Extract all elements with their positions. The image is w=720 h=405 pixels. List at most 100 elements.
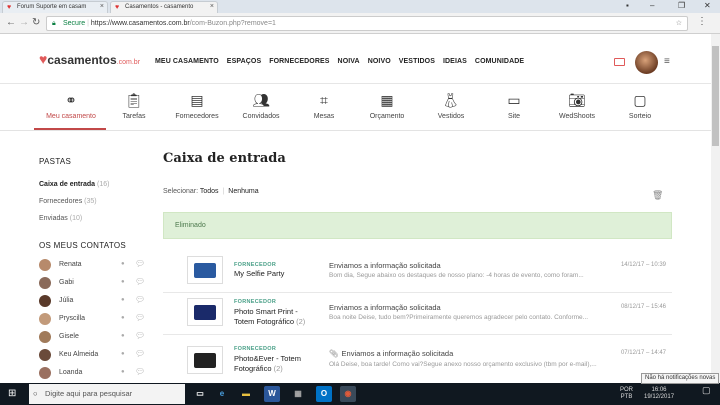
- tool-tarefas[interactable]: 📋︎ Tarefas: [101, 91, 167, 120]
- contact-item[interactable]: Júlia ● 💬︎: [39, 295, 149, 309]
- hamburger-menu-icon[interactable]: ≡: [664, 56, 670, 67]
- status-dot-icon: ●: [121, 333, 125, 339]
- chrome-icon[interactable]: ◉: [340, 386, 356, 402]
- windows-start-icon[interactable]: ⊞: [8, 388, 16, 400]
- vendor-name-text: Photo&Ever - Totem Fotográfico: [234, 354, 301, 373]
- chat-bubble-icon[interactable]: 💬︎: [135, 259, 145, 268]
- contact-item[interactable]: Renata ● 💬︎: [39, 259, 149, 273]
- tool-fornecedores[interactable]: ▤ Fornecedores: [164, 91, 230, 120]
- tool-label: Sorteio: [628, 113, 652, 120]
- site-logo[interactable]: ♥casamentos.com.br: [39, 52, 140, 70]
- message-preview: Olá Deise, boa tarde! Como vai?Segue ane…: [329, 361, 597, 368]
- edge-icon[interactable]: e: [214, 386, 230, 402]
- scrollbar-thumb[interactable]: [712, 46, 719, 146]
- avatar: [39, 313, 51, 325]
- vendor-thumbnail: [187, 298, 223, 326]
- contact-name: Keu Almeida: [59, 351, 99, 358]
- contact-item[interactable]: Gabi ● 💬︎: [39, 277, 149, 291]
- tables-icon: ⌗: [320, 92, 328, 108]
- file-explorer-icon[interactable]: ▬: [238, 386, 254, 402]
- tool-orcamento[interactable]: ▦ Orçamento: [354, 91, 420, 120]
- folder-enviadas[interactable]: Enviadas (10): [39, 215, 82, 222]
- vendor-name[interactable]: Photo&Ever - Totem Fotográfico (2): [234, 354, 319, 374]
- windows-taskbar: ⊞ ○ Digite aqui para pesquisar ▭ e ▬ W ▦…: [0, 383, 720, 405]
- contact-item[interactable]: Pryscilla ● 💬︎: [39, 313, 149, 327]
- tool-wedshoots[interactable]: 📷︎ WedShoots: [544, 91, 610, 120]
- task-view-icon[interactable]: ▭: [192, 386, 208, 402]
- nav-noiva[interactable]: NOIVA: [338, 58, 360, 65]
- select-all-link[interactable]: Todos: [200, 188, 219, 195]
- contact-item[interactable]: Keu Almeida ● 💬︎: [39, 349, 149, 363]
- browser-tab-casamentos[interactable]: ♥ Casamentos - casamento ×: [110, 1, 218, 13]
- contact-item[interactable]: Gisele ● 💬︎: [39, 331, 149, 345]
- status-dot-icon: ●: [121, 261, 125, 267]
- tool-site[interactable]: ▭ Site: [481, 91, 547, 120]
- site-header: ♥casamentos.com.br MEU CASAMENTO ESPAÇOS…: [0, 34, 720, 84]
- close-window-icon[interactable]: ✕: [704, 0, 711, 12]
- forward-arrow-icon[interactable]: →: [19, 17, 29, 29]
- nav-comunidade[interactable]: COMUNIDADE: [475, 58, 524, 65]
- status-dot-icon: ●: [121, 279, 125, 285]
- vendor-tag: FORNECEDOR: [234, 262, 277, 268]
- message-row[interactable]: FORNECEDOR My Selfie Party Enviamos a in…: [163, 252, 672, 293]
- page-scrollbar[interactable]: [711, 34, 720, 383]
- minimize-icon[interactable]: –: [650, 0, 654, 12]
- message-row[interactable]: FORNECEDOR Photo&Ever - Totem Fotográfic…: [163, 336, 672, 383]
- contact-item[interactable]: Loanda ● 💬︎: [39, 367, 149, 381]
- secure-label: Secure: [63, 20, 86, 27]
- vendor-name[interactable]: My Selfie Party: [234, 269, 319, 279]
- close-tab-icon[interactable]: ×: [210, 2, 214, 12]
- user-profile-icon[interactable]: ▪: [626, 0, 629, 12]
- outlook-icon[interactable]: O: [316, 386, 332, 402]
- nav-noivo[interactable]: NOIVO: [368, 58, 391, 65]
- message-date: 14/12/17 – 10:39: [620, 262, 666, 268]
- bookmark-star-icon[interactable]: ☆: [676, 17, 682, 30]
- tool-vestidos[interactable]: 👗︎ Vestidos: [418, 91, 484, 120]
- restore-icon[interactable]: ❐: [678, 0, 685, 12]
- language-indicator[interactable]: POR PTB: [620, 387, 633, 401]
- chat-bubble-icon[interactable]: 💬︎: [135, 367, 145, 376]
- clipboard-icon: 📋︎: [125, 92, 143, 108]
- clock[interactable]: 16:06 19/12/2017: [644, 387, 674, 401]
- tool-mesas[interactable]: ⌗ Mesas: [291, 91, 357, 120]
- browser-tab-forum[interactable]: ♥ Forum Suporte em casam ×: [2, 1, 108, 13]
- chat-bubble-icon[interactable]: 💬︎: [135, 349, 145, 358]
- reload-icon[interactable]: ↻: [32, 17, 40, 29]
- chat-bubble-icon[interactable]: 💬︎: [135, 313, 145, 322]
- select-none-link[interactable]: Nenhuma: [228, 188, 258, 195]
- vendor-count: (2): [273, 364, 283, 373]
- mail-icon[interactable]: [614, 58, 625, 66]
- message-row[interactable]: FORNECEDOR Photo Smart Print - Totem Fot…: [163, 294, 672, 335]
- vendor-name-text: Photo Smart Print - Totem Fotográfico: [234, 307, 298, 326]
- chrome-menu-icon[interactable]: ⋮: [697, 16, 707, 28]
- nav-espacos[interactable]: ESPAÇOS: [227, 58, 261, 65]
- chat-bubble-icon[interactable]: 💬︎: [135, 277, 145, 286]
- chat-bubble-icon[interactable]: 💬︎: [135, 295, 145, 304]
- deleted-alert: Eliminado: [163, 212, 672, 239]
- taskbar-search-input[interactable]: ○ Digite aqui para pesquisar: [29, 384, 185, 404]
- clock-time: 16:06: [651, 387, 667, 393]
- avatar: [39, 367, 51, 379]
- vendor-name[interactable]: Photo Smart Print - Totem Fotográfico (2…: [234, 307, 319, 327]
- nav-meu-casamento[interactable]: MEU CASAMENTO: [155, 58, 219, 65]
- top-nav: MEU CASAMENTO ESPAÇOS FORNECEDORES NOIVA…: [155, 58, 524, 65]
- nav-ideias[interactable]: IDEIAS: [443, 58, 467, 65]
- chat-bubble-icon[interactable]: 💬︎: [135, 331, 145, 340]
- back-arrow-icon[interactable]: ←: [6, 17, 16, 29]
- contact-name: Gabi: [59, 279, 74, 286]
- avatar[interactable]: [635, 51, 658, 74]
- nav-fornecedores[interactable]: FORNECEDORES: [269, 58, 329, 65]
- tool-meu-casamento[interactable]: ⚭ Meu casamento: [38, 91, 104, 120]
- nav-vestidos[interactable]: VESTIDOS: [399, 58, 435, 65]
- close-tab-icon[interactable]: ×: [100, 2, 104, 12]
- word-icon[interactable]: W: [264, 386, 280, 402]
- tool-sorteio[interactable]: ▢ Sorteio: [607, 91, 673, 120]
- folder-inbox[interactable]: Caixa de entrada (16): [39, 181, 109, 188]
- trash-icon[interactable]: 🗑︎: [652, 190, 663, 201]
- avatar: [39, 295, 51, 307]
- url-input[interactable]: 🔒︎ Secure | https://www.casamentos.com.b…: [46, 16, 688, 31]
- notifications-icon[interactable]: ▢: [702, 386, 711, 395]
- tool-convidados[interactable]: 👥︎ Convidados: [228, 91, 294, 120]
- folder-fornecedores[interactable]: Fornecedores (35): [39, 198, 97, 205]
- store-icon[interactable]: ▦: [290, 386, 306, 402]
